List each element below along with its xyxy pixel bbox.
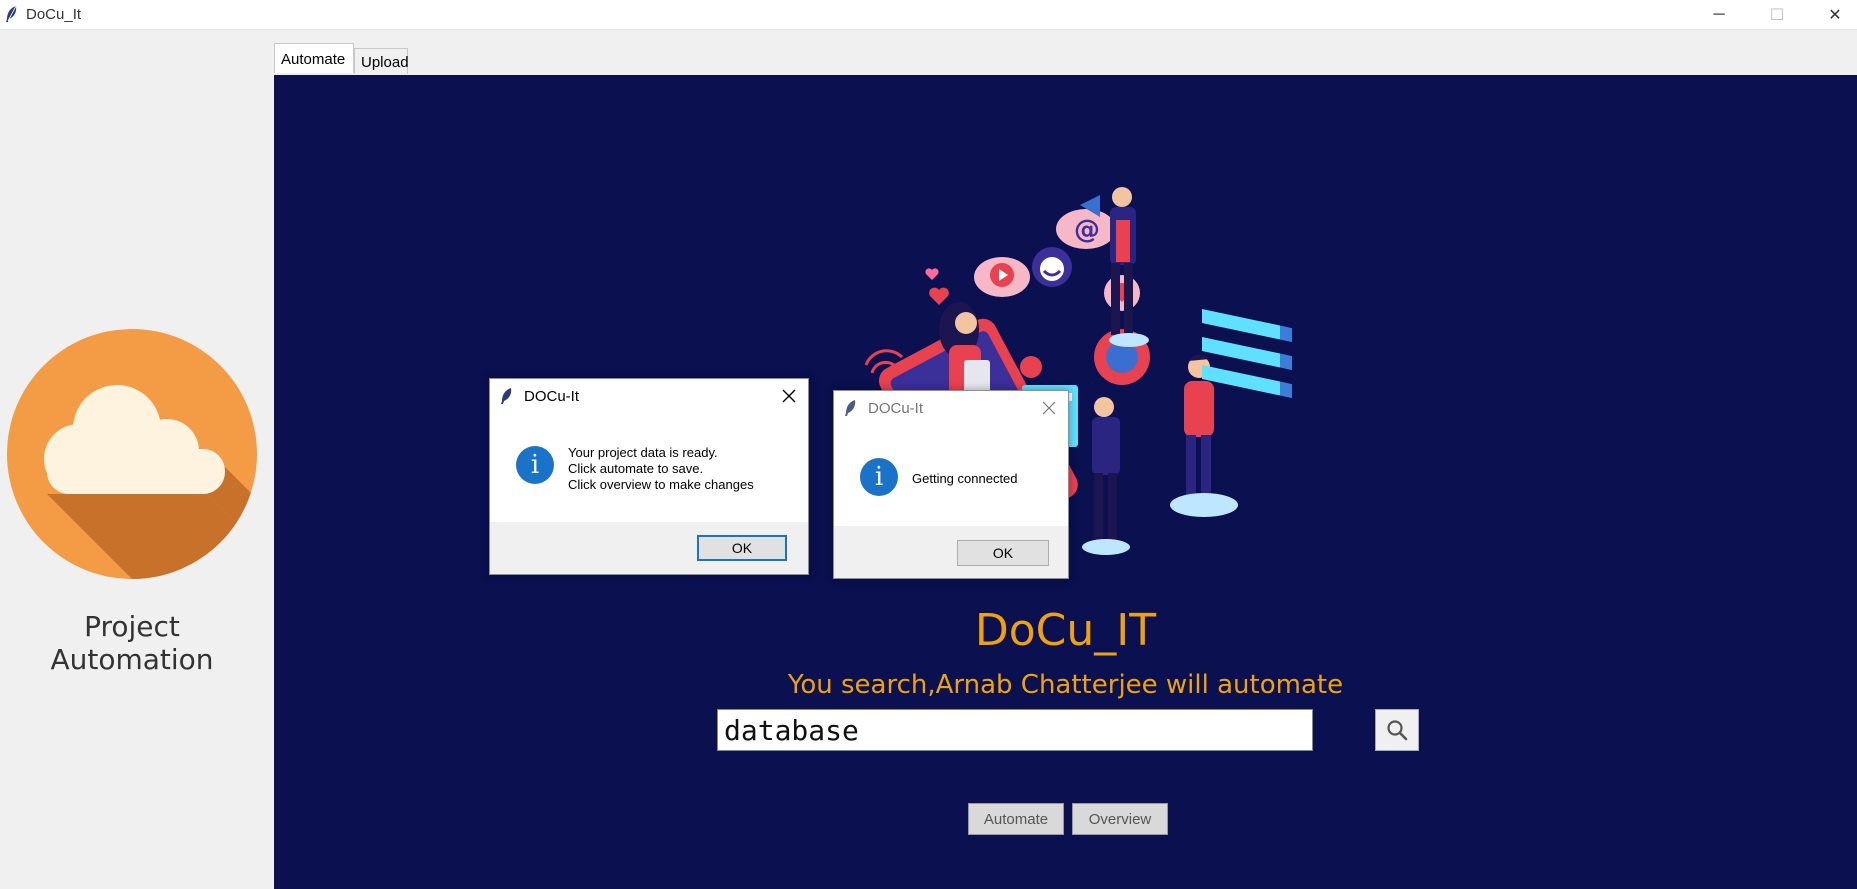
dialog-titlebar: DOCu-It [834,391,1068,425]
app-heading: DoCu_IT [974,605,1157,656]
project-automation-label: Project Automation [50,610,214,676]
automate-button[interactable]: Automate [968,803,1064,835]
dialog-title: DOCu-It [524,388,580,405]
feather-icon [6,5,17,22]
ok-button[interactable]: OK [957,540,1049,566]
close-window-button[interactable]: ✕ [1806,0,1857,30]
dialog-titlebar: DOCu-It [490,379,808,413]
dialog-message: Getting connected [912,471,1018,486]
ok-button[interactable]: OK [697,535,787,561]
project-ready-dialog: DOCu-It i Your project data is ready. Cl… [489,378,809,575]
window-title: DoCu_It [26,6,82,23]
feather-icon [501,388,512,404]
tagline: You search,Arnab Chatterjee will automat… [787,670,1344,700]
getting-connected-dialog: DOCu-It i Getting connected OK [833,390,1069,579]
search-input[interactable]: database [717,709,1313,751]
dialog-close-button[interactable] [778,385,800,407]
dialog-title: DOCu-It [868,400,924,417]
close-icon [1042,401,1056,415]
window-titlebar: DoCu_It ─ ☐ ✕ [0,0,1857,30]
info-icon: i [860,458,898,496]
tab-upload[interactable]: Upload [354,48,409,74]
overview-button[interactable]: Overview [1072,803,1168,835]
close-icon [782,389,796,403]
search-icon [1387,720,1408,741]
info-icon: i [516,446,554,484]
feather-icon [845,400,856,416]
dialog-close-button[interactable] [1038,397,1060,419]
left-panel: Project Automation [0,30,274,889]
cloud-icon [7,329,257,579]
dialog-message: Your project data is ready. Click automa… [568,445,754,492]
maximize-button[interactable]: ☐ [1748,0,1806,30]
tab-automate[interactable]: Automate [274,43,354,73]
minimize-button[interactable]: ─ [1690,0,1748,30]
svg-text:@: @ [1074,215,1100,245]
search-button[interactable] [1375,709,1419,751]
